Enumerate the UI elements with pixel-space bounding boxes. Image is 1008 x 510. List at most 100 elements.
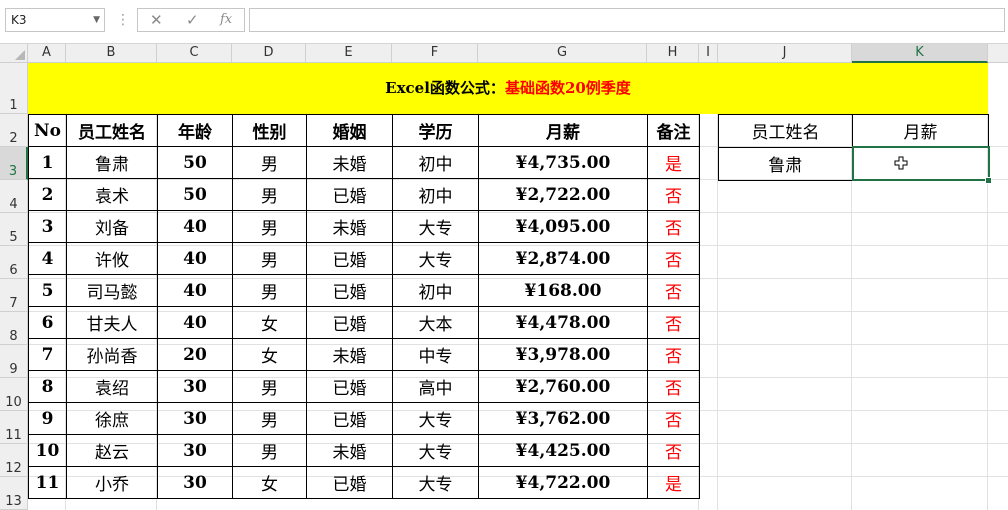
column-header-l[interactable] — [988, 44, 1008, 63]
cell-salary[interactable]: ¥4,425.00 — [478, 434, 648, 467]
cell-marriage[interactable]: 未婚 — [306, 434, 393, 467]
more-options-icon[interactable]: ⋮ — [116, 10, 130, 30]
cell-salary[interactable]: ¥4,735.00 — [478, 146, 648, 179]
cell-salary[interactable]: ¥168.00 — [478, 274, 648, 307]
cell-age[interactable]: 50 — [157, 146, 233, 179]
cell-name[interactable]: 刘备 — [66, 210, 158, 243]
cell-education[interactable]: 初中 — [392, 178, 479, 211]
cell-marriage[interactable]: 已婚 — [306, 402, 393, 435]
cell-no[interactable]: 1 — [28, 146, 67, 179]
cell-no[interactable]: 6 — [28, 306, 67, 339]
cell-gender[interactable]: 男 — [232, 242, 307, 275]
column-header-a[interactable]: A — [28, 44, 66, 63]
row-header-5[interactable]: 5 — [0, 213, 28, 246]
cell-remark[interactable]: 否 — [647, 370, 700, 403]
cell-gender[interactable]: 女 — [232, 466, 307, 499]
cell-gender[interactable]: 女 — [232, 338, 307, 371]
column-header-h[interactable]: H — [647, 44, 699, 63]
cell-gender[interactable]: 男 — [232, 274, 307, 307]
cell-age[interactable]: 30 — [157, 466, 233, 499]
cell-name[interactable]: 甘夫人 — [66, 306, 158, 339]
row-header-4[interactable]: 4 — [0, 180, 28, 213]
row-header-7[interactable]: 7 — [0, 279, 28, 312]
enter-icon[interactable]: ✓ — [186, 11, 199, 29]
cell-salary[interactable]: ¥4,095.00 — [478, 210, 648, 243]
cell-age[interactable]: 30 — [157, 370, 233, 403]
cell-age[interactable]: 40 — [157, 274, 233, 307]
cell-name[interactable]: 许攸 — [66, 242, 158, 275]
name-box[interactable]: K3 ▼ — [5, 8, 105, 32]
row-header-3[interactable]: 3 — [0, 147, 28, 180]
cell-marriage[interactable]: 已婚 — [306, 306, 393, 339]
cell-name[interactable]: 鲁肃 — [66, 146, 158, 179]
cell-age[interactable]: 40 — [157, 306, 233, 339]
cell-no[interactable]: 10 — [28, 434, 67, 467]
row-header-8[interactable]: 8 — [0, 312, 28, 345]
cell-gender[interactable]: 男 — [232, 210, 307, 243]
cell-name[interactable]: 袁绍 — [66, 370, 158, 403]
column-header-f[interactable]: F — [392, 44, 478, 63]
lookup-salary-cell-selected[interactable] — [851, 146, 990, 181]
cell-remark[interactable]: 否 — [647, 242, 700, 275]
cell-education[interactable]: 大专 — [392, 434, 479, 467]
cell-gender[interactable]: 女 — [232, 306, 307, 339]
cell-name[interactable]: 小乔 — [66, 466, 158, 499]
cell-no[interactable]: 3 — [28, 210, 67, 243]
cell-marriage[interactable]: 已婚 — [306, 274, 393, 307]
row-header-6[interactable]: 6 — [0, 246, 28, 279]
cell-salary[interactable]: ¥4,478.00 — [478, 306, 648, 339]
cell-age[interactable]: 20 — [157, 338, 233, 371]
column-header-j[interactable]: J — [718, 44, 852, 63]
header-salary[interactable]: 月薪 — [478, 114, 648, 147]
cell-education[interactable]: 大专 — [392, 210, 479, 243]
column-header-c[interactable]: C — [157, 44, 232, 63]
cell-salary[interactable]: ¥3,762.00 — [478, 402, 648, 435]
cell-name[interactable]: 孙尚香 — [66, 338, 158, 371]
cell-no[interactable]: 11 — [28, 466, 67, 499]
cell-marriage[interactable]: 未婚 — [306, 210, 393, 243]
cell-remark[interactable]: 否 — [647, 402, 700, 435]
cell-name[interactable]: 司马懿 — [66, 274, 158, 307]
header-age[interactable]: 年龄 — [157, 114, 233, 147]
cell-age[interactable]: 50 — [157, 178, 233, 211]
cell-no[interactable]: 4 — [28, 242, 67, 275]
cell-education[interactable]: 大专 — [392, 402, 479, 435]
cell-age[interactable]: 30 — [157, 402, 233, 435]
cell-salary[interactable]: ¥2,722.00 — [478, 178, 648, 211]
cell-marriage[interactable]: 已婚 — [306, 370, 393, 403]
cell-name[interactable]: 赵云 — [66, 434, 158, 467]
cancel-icon[interactable]: ✕ — [150, 11, 163, 29]
cell-remark[interactable]: 否 — [647, 210, 700, 243]
lookup-header-name[interactable]: 员工姓名 — [718, 114, 853, 148]
row-header-10[interactable]: 10 — [0, 378, 28, 411]
cell-education[interactable]: 中专 — [392, 338, 479, 371]
cell-age[interactable]: 40 — [157, 242, 233, 275]
row-header-11[interactable]: 11 — [0, 411, 28, 444]
cell-marriage[interactable]: 已婚 — [306, 242, 393, 275]
cell-remark[interactable]: 否 — [647, 338, 700, 371]
lookup-header-salary[interactable]: 月薪 — [852, 114, 989, 148]
cell-salary[interactable]: ¥4,722.00 — [478, 466, 648, 499]
header-name[interactable]: 员工姓名 — [66, 114, 158, 147]
fill-handle[interactable] — [985, 177, 992, 184]
cell-name[interactable]: 徐庶 — [66, 402, 158, 435]
cell-age[interactable]: 40 — [157, 210, 233, 243]
cell-education[interactable]: 高中 — [392, 370, 479, 403]
cell-gender[interactable]: 男 — [232, 370, 307, 403]
sheet-title[interactable]: Excel函数公式：基础函数20例季度 — [28, 63, 988, 114]
cell-name[interactable]: 袁术 — [66, 178, 158, 211]
row-header-12[interactable]: 12 — [0, 444, 28, 477]
cell-no[interactable]: 8 — [28, 370, 67, 403]
cell-education[interactable]: 大专 — [392, 466, 479, 499]
header-marriage[interactable]: 婚姻 — [306, 114, 393, 147]
header-education[interactable]: 学历 — [392, 114, 479, 147]
row-header-2[interactable]: 2 — [0, 114, 28, 147]
cell-gender[interactable]: 男 — [232, 434, 307, 467]
cell-marriage[interactable]: 未婚 — [306, 338, 393, 371]
cell-marriage[interactable]: 未婚 — [306, 146, 393, 179]
select-all-button[interactable] — [0, 44, 28, 63]
row-header-9[interactable]: 9 — [0, 345, 28, 378]
cell-education[interactable]: 初中 — [392, 274, 479, 307]
header-remark[interactable]: 备注 — [647, 114, 700, 147]
cell-gender[interactable]: 男 — [232, 146, 307, 179]
